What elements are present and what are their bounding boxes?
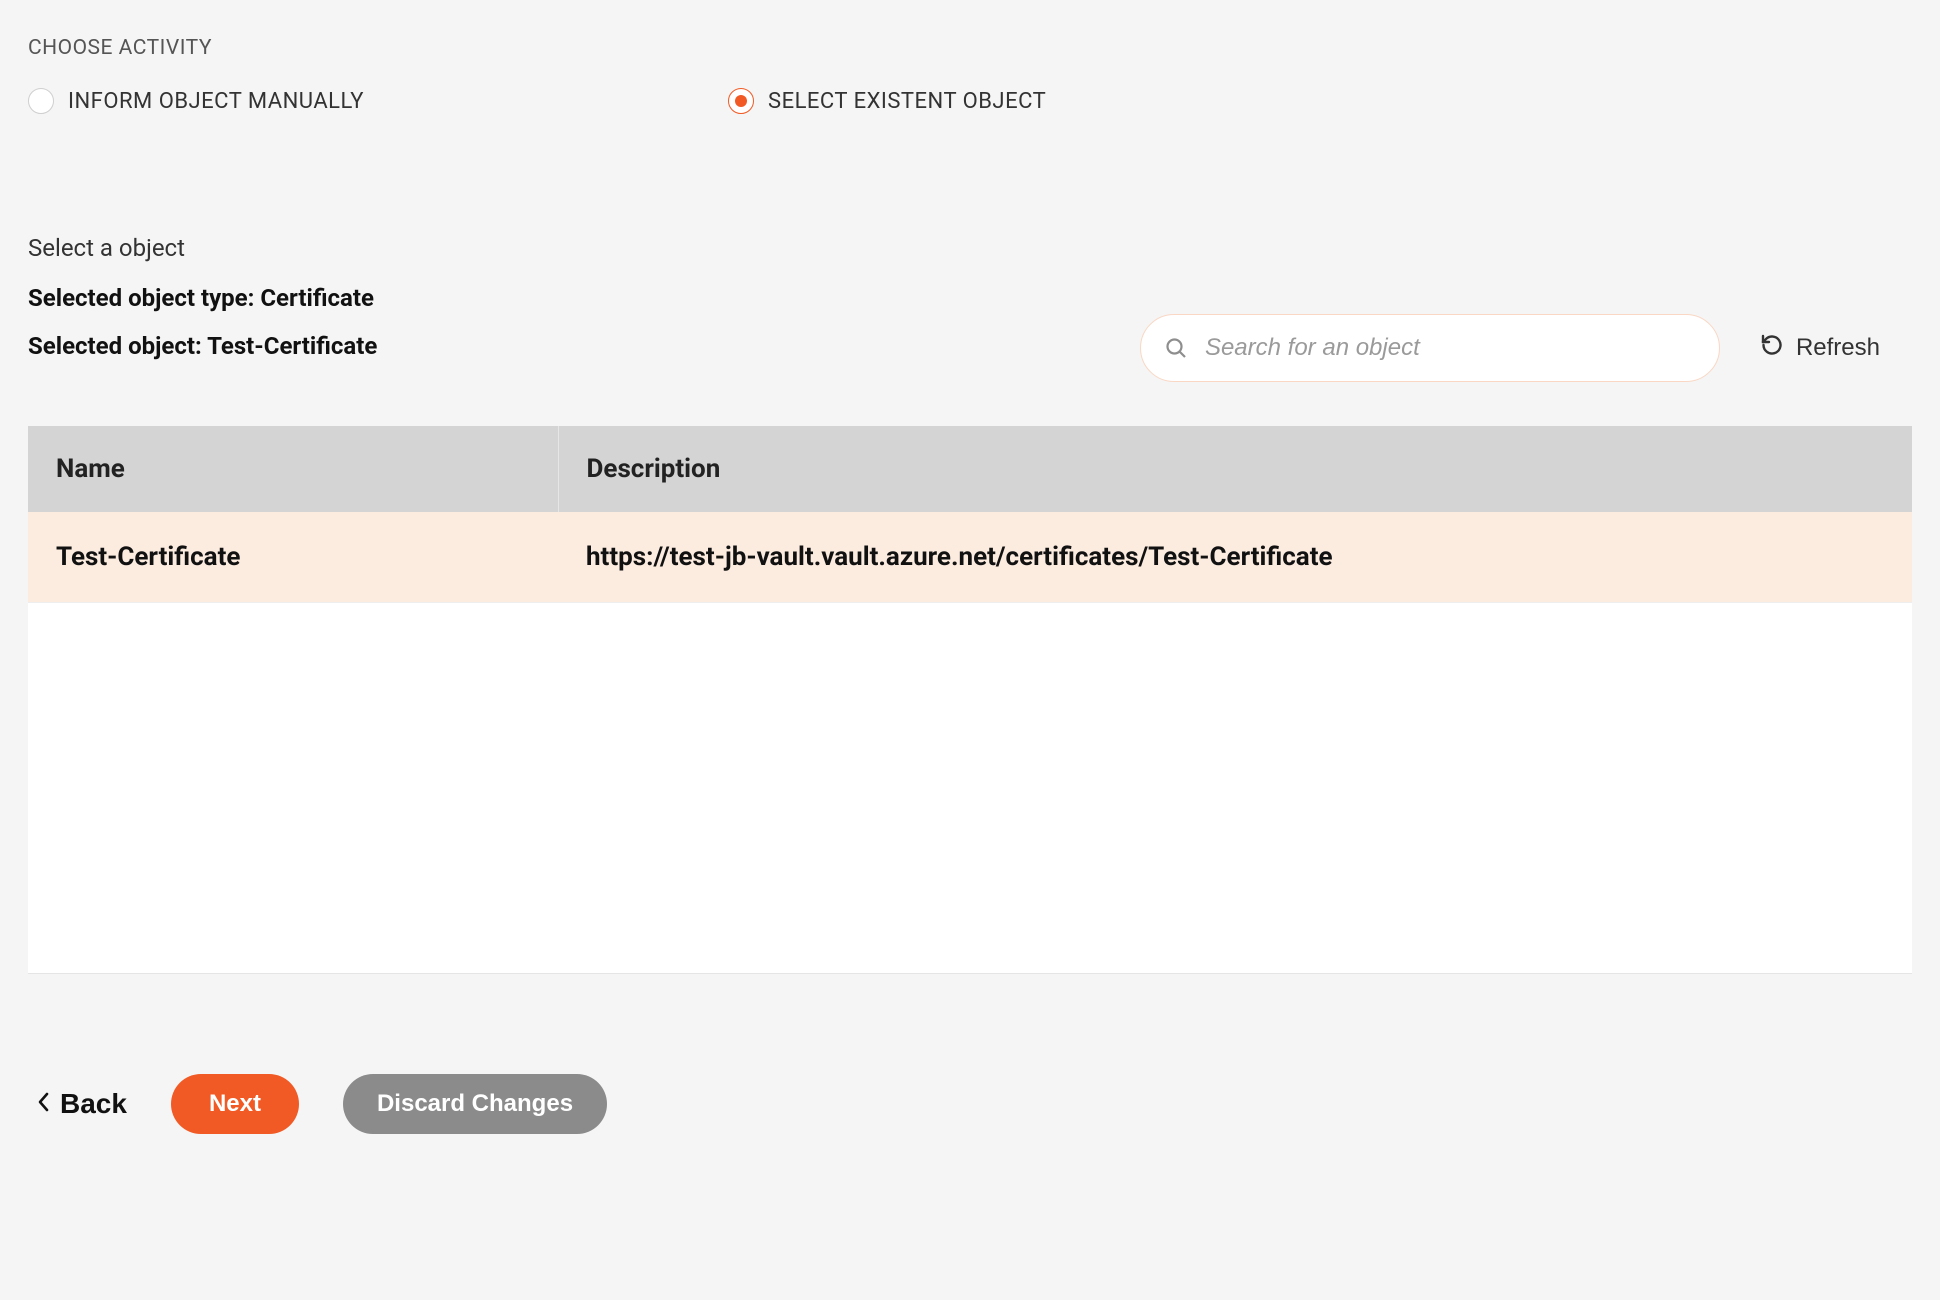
radio-select-existent[interactable]: SELECT EXISTENT OBJECT (728, 88, 1428, 114)
selected-object-type: Selected object type: Certificate (28, 284, 1912, 312)
refresh-button[interactable]: Refresh (1760, 333, 1880, 364)
column-header-name[interactable]: Name (28, 426, 558, 512)
footer-actions: Back Next Discard Changes (28, 1074, 1912, 1134)
search-wrap (1140, 314, 1720, 382)
table-header-row: Name Description (28, 426, 1912, 512)
activity-radio-group: INFORM OBJECT MANUALLY SELECT EXISTENT O… (28, 88, 1912, 114)
object-table-wrapper: Name Description Test-Certificate https:… (28, 426, 1912, 974)
radio-label-manual: INFORM OBJECT MANUALLY (68, 89, 364, 114)
select-object-label: Select a object (28, 234, 1912, 262)
radio-label-existent: SELECT EXISTENT OBJECT (768, 89, 1046, 114)
radio-indicator-selected (728, 88, 754, 114)
discard-changes-button[interactable]: Discard Changes (343, 1074, 607, 1134)
chevron-left-icon (36, 1088, 52, 1120)
radio-indicator (28, 88, 54, 114)
search-input[interactable] (1140, 314, 1720, 382)
next-button[interactable]: Next (171, 1074, 299, 1134)
back-button[interactable]: Back (36, 1088, 127, 1120)
table-empty-area (28, 603, 1912, 973)
cell-name: Test-Certificate (28, 512, 558, 603)
radio-inform-manually[interactable]: INFORM OBJECT MANUALLY (28, 88, 728, 114)
back-label: Back (60, 1088, 127, 1120)
table-row[interactable]: Test-Certificate https://test-jb-vault.v… (28, 512, 1912, 603)
search-icon (1164, 336, 1188, 360)
column-header-description[interactable]: Description (558, 426, 1912, 512)
cell-description: https://test-jb-vault.vault.azure.net/ce… (558, 512, 1912, 603)
refresh-icon (1760, 333, 1784, 364)
radio-dot (735, 95, 747, 107)
refresh-label: Refresh (1796, 334, 1880, 362)
choose-activity-heading: CHOOSE ACTIVITY (28, 36, 1912, 60)
object-table: Name Description Test-Certificate https:… (28, 426, 1912, 603)
